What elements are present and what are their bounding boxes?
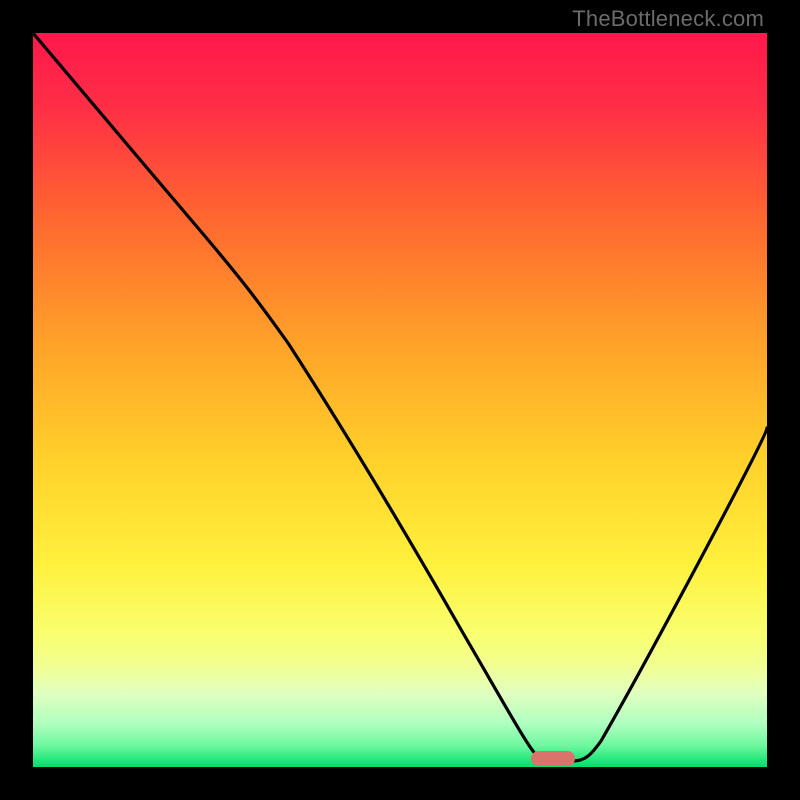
chart-frame: TheBottleneck.com (0, 0, 800, 800)
watermark-text: TheBottleneck.com (572, 6, 764, 32)
plot-area (33, 33, 767, 767)
bottleneck-curve (33, 33, 767, 767)
optimal-marker (531, 751, 575, 766)
